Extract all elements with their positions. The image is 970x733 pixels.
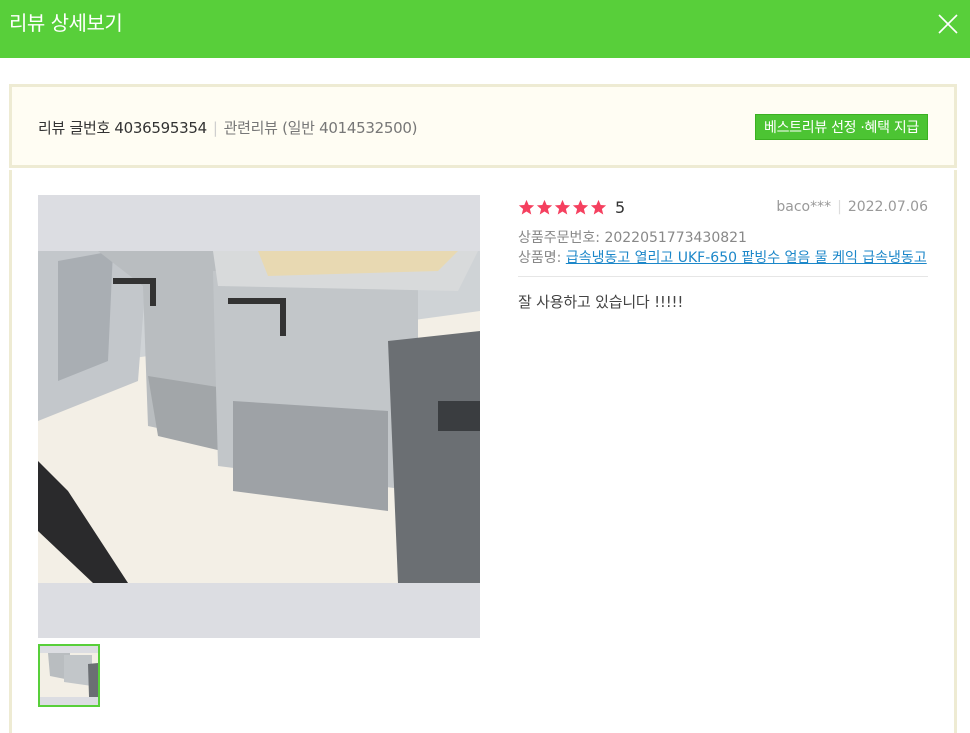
star-icon — [572, 199, 589, 215]
photo-thumbnail[interactable] — [38, 644, 100, 707]
modal-title: 리뷰 상세보기 — [9, 11, 123, 35]
modal-header: 리뷰 상세보기 — [0, 0, 970, 58]
review-photo — [38, 251, 480, 583]
author-date: baco*** | 2022.07.06 — [776, 199, 928, 215]
close-icon[interactable] — [938, 14, 958, 34]
divider — [518, 276, 928, 277]
best-review-button[interactable]: 베스트리뷰 선정 ·혜택 지급 — [755, 114, 928, 140]
rating-score: 5 — [615, 198, 626, 217]
separator: | — [212, 119, 218, 137]
related-review: 관련리뷰 (일반 4014532500) — [223, 119, 418, 137]
review-number: 리뷰 글번호 4036595354 — [38, 119, 207, 137]
review-photo-viewer — [38, 195, 480, 638]
star-icon — [518, 199, 535, 215]
review-date: 2022.07.06 — [847, 199, 928, 215]
product-link[interactable]: 급속냉동고 열리고 UKF-650 팥빙수 얼음 물 케익 급속냉동고 — [566, 250, 927, 266]
star-rating — [518, 199, 607, 216]
star-icon — [590, 199, 607, 215]
product-row: 상품명: 급속냉동고 열리고 UKF-650 팥빙수 얼음 물 케익 급속냉동고 — [518, 248, 928, 268]
rating-row: 5 baco*** | 2022.07.06 — [518, 196, 928, 220]
review-info-bar: 리뷰 글번호 4036595354 | 관련리뷰 (일반 4014532500) 베… — [9, 84, 957, 168]
review-meta: 리뷰 글번호 4036595354 | 관련리뷰 (일반 4014532500) — [38, 117, 417, 138]
author-id: baco*** — [776, 199, 832, 215]
star-icon — [536, 199, 553, 215]
product-label: 상품명: — [518, 250, 566, 266]
review-detail: 5 baco*** | 2022.07.06 상품주문번호: 20220517734… — [518, 196, 928, 312]
star-icon — [554, 199, 571, 215]
separator: | — [837, 199, 842, 215]
review-text: 잘 사용하고 있습니다 !!!!! — [518, 293, 684, 311]
order-number: 상품주문번호: 2022051773430821 — [518, 230, 747, 246]
